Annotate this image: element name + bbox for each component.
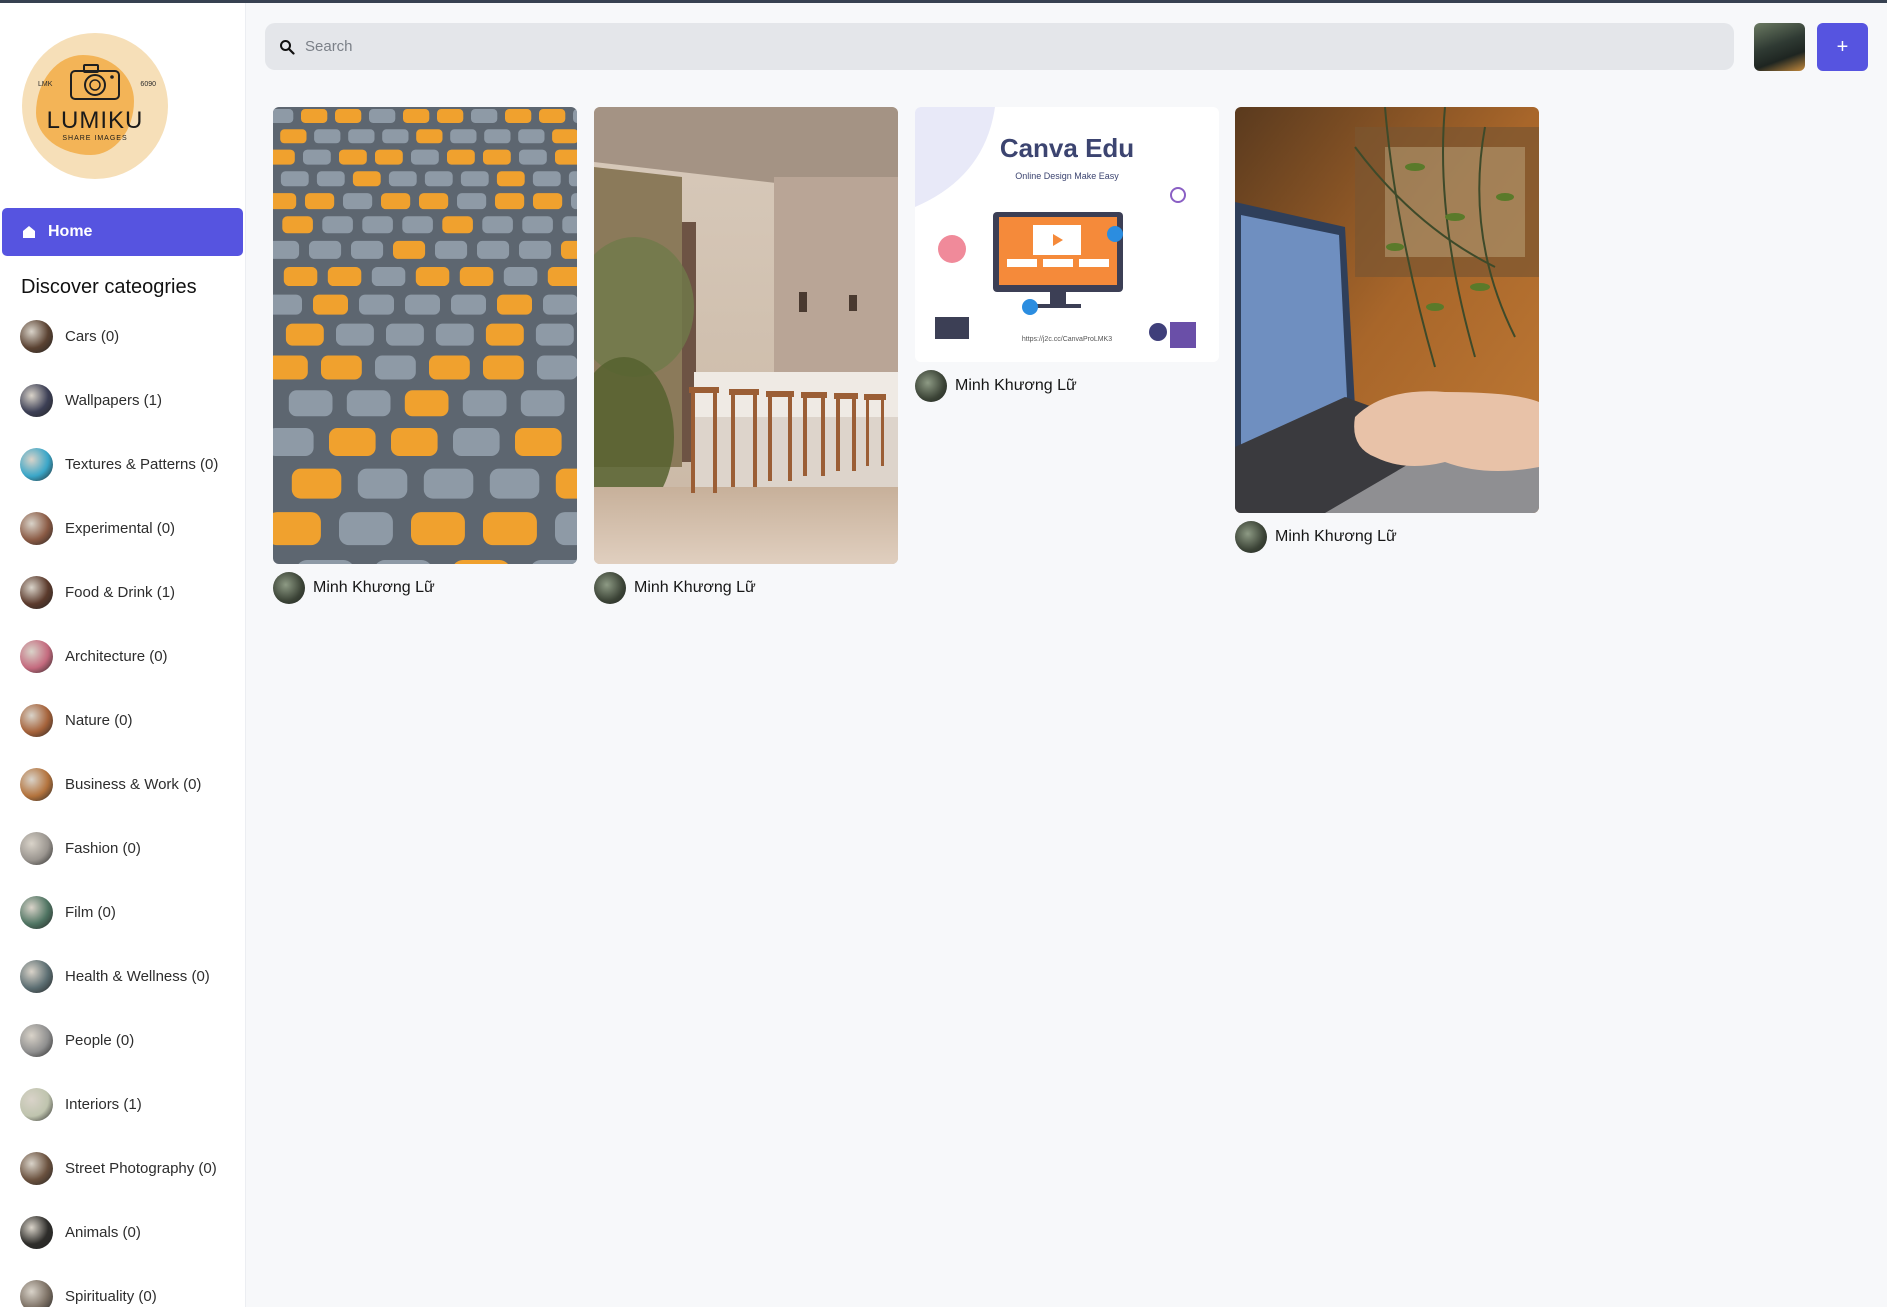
category-item[interactable]: Street Photography (0)	[20, 1151, 217, 1185]
add-image-button[interactable]: +	[1817, 23, 1868, 71]
category-label: Architecture (0)	[65, 647, 168, 665]
window-top-border	[0, 0, 1887, 3]
logo-wordmark: LUMIKU	[46, 107, 144, 134]
category-thumbnail	[20, 383, 53, 417]
author-avatar	[1235, 521, 1267, 553]
category-item[interactable]: People (0)	[20, 1023, 134, 1057]
category-item[interactable]: Business & Work (0)	[20, 767, 201, 801]
home-icon	[23, 226, 35, 238]
category-label: Health & Wellness (0)	[65, 967, 210, 985]
card-author[interactable]: Minh Khương Lữ	[915, 370, 1219, 402]
category-item[interactable]: Wallpapers (1)	[20, 383, 162, 417]
category-label: People (0)	[65, 1031, 135, 1049]
category-label: Street Photography (0)	[65, 1159, 217, 1177]
category-label: Business & Work (0)	[65, 775, 202, 793]
category-item[interactable]: Food & Drink (1)	[20, 575, 175, 609]
discover-title: Discover cateogries	[21, 276, 197, 298]
sidebar: LMK 6090 LUMIKU SHARE IMAGES Home Discov…	[0, 3, 246, 1307]
category-thumbnail	[20, 639, 53, 673]
category-thumbnail	[20, 895, 53, 929]
category-item[interactable]: Fashion (0)	[20, 831, 141, 865]
stadium-seats-image[interactable]	[273, 107, 577, 564]
canva-edu-image[interactable]: Canva Edu Online Design Make Easy https:…	[915, 107, 1219, 362]
category-item[interactable]: Animals (0)	[20, 1215, 141, 1249]
category-item[interactable]: Architecture (0)	[20, 639, 168, 673]
category-item[interactable]: Spirituality (0)	[20, 1279, 157, 1307]
category-thumbnail	[20, 703, 53, 737]
nav-home-label: Home	[48, 223, 93, 240]
nav-home[interactable]: Home	[2, 208, 243, 256]
category-thumbnail	[20, 831, 53, 865]
category-label: Textures & Patterns (0)	[65, 455, 219, 473]
camera-icon	[70, 64, 120, 100]
category-label: Fashion (0)	[65, 839, 141, 857]
search-input[interactable]	[305, 38, 1705, 55]
author-avatar	[273, 572, 305, 604]
image-card[interactable]: Canva Edu Online Design Make Easy https:…	[915, 107, 1219, 402]
author-name: Minh Khương Lữ	[313, 579, 435, 596]
category-label: Film (0)	[65, 903, 116, 921]
category-item[interactable]: Textures & Patterns (0)	[20, 447, 218, 481]
card-author[interactable]: Minh Khương Lữ	[594, 572, 898, 604]
category-item[interactable]: Film (0)	[20, 895, 116, 929]
author-name: Minh Khương Lữ	[955, 377, 1077, 394]
category-thumbnail	[20, 575, 53, 609]
lumiku-logo[interactable]: LMK 6090 LUMIKU SHARE IMAGES	[22, 33, 168, 179]
image-card[interactable]: Minh Khương Lữ	[594, 107, 898, 604]
category-thumbnail	[20, 511, 53, 545]
category-thumbnail	[20, 1087, 53, 1121]
image-card[interactable]: Minh Khương Lữ	[273, 107, 577, 604]
category-thumbnail	[20, 1151, 53, 1185]
category-thumbnail	[20, 447, 53, 481]
category-thumbnail	[20, 1023, 53, 1057]
category-thumbnail	[20, 1279, 53, 1307]
category-label: Cars (0)	[65, 327, 120, 345]
search-icon	[280, 39, 295, 55]
category-label: Wallpapers (1)	[65, 391, 162, 409]
card-author[interactable]: Minh Khương Lữ	[273, 572, 577, 604]
category-thumbnail	[20, 767, 53, 801]
search-bar[interactable]	[265, 23, 1734, 70]
category-item[interactable]: Interiors (1)	[20, 1087, 142, 1121]
author-avatar	[594, 572, 626, 604]
card-author[interactable]: Minh Khương Lữ	[1235, 521, 1539, 553]
banner-title: Canva Edu	[999, 133, 1135, 163]
category-label: Spirituality (0)	[65, 1287, 157, 1305]
category-thumbnail	[20, 959, 53, 993]
category-item[interactable]: Experimental (0)	[20, 511, 175, 545]
logo-tagline: SHARE IMAGES	[62, 135, 128, 142]
category-item[interactable]: Cars (0)	[20, 319, 119, 353]
category-label: Nature (0)	[65, 711, 133, 729]
category-thumbnail	[20, 1215, 53, 1249]
category-thumbnail	[20, 319, 53, 353]
author-name: Minh Khương Lữ	[634, 579, 756, 596]
laptop-cafe-image[interactable]	[1235, 107, 1539, 513]
user-avatar-button[interactable]	[1754, 23, 1805, 71]
category-label: Animals (0)	[65, 1223, 141, 1241]
banner-url: https://j2c.cc/CanvaProLMK3	[1021, 336, 1113, 343]
banner-subtitle: Online Design Make Easy	[1015, 171, 1119, 181]
bar-stools-image[interactable]	[594, 107, 898, 564]
logo-small-right: 6090	[140, 81, 156, 88]
category-label: Interiors (1)	[65, 1095, 142, 1113]
category-label: Experimental (0)	[65, 519, 176, 537]
image-card[interactable]: Minh Khương Lữ	[1235, 107, 1539, 553]
category-label: Food & Drink (1)	[65, 583, 176, 601]
author-name: Minh Khương Lữ	[1275, 528, 1397, 545]
author-avatar	[915, 370, 947, 402]
category-item[interactable]: Health & Wellness (0)	[20, 959, 210, 993]
category-item[interactable]: Nature (0)	[20, 703, 133, 737]
logo-small-left: LMK	[38, 81, 53, 88]
